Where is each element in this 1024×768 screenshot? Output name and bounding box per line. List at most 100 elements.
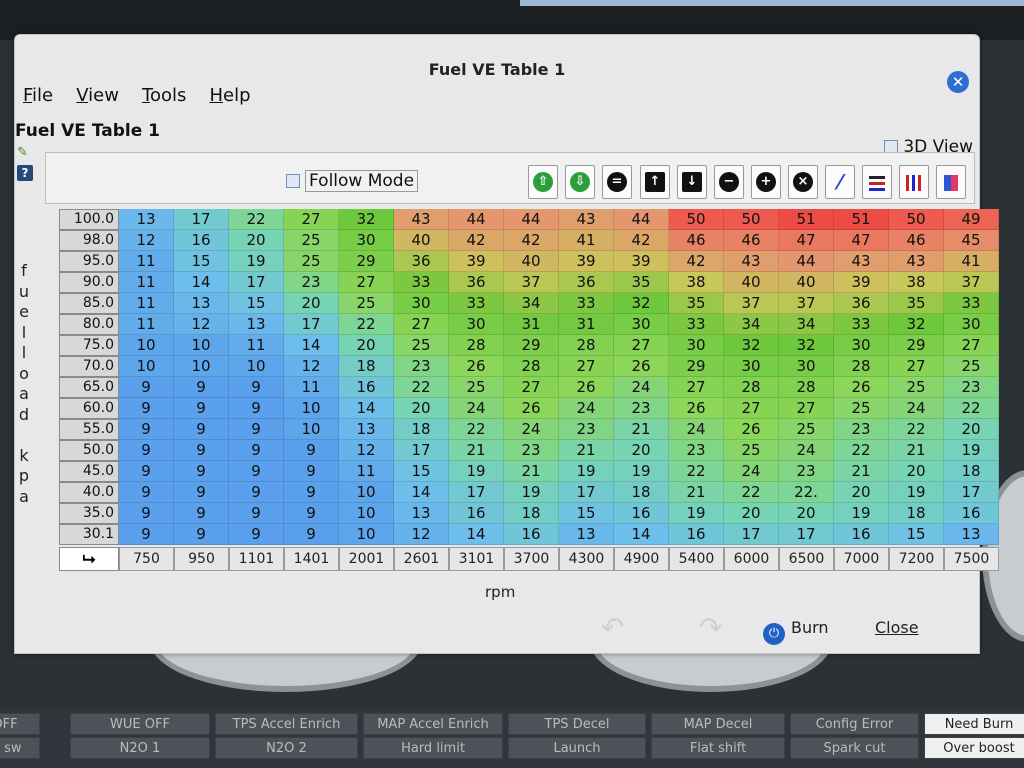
- rpm-axis-cell[interactable]: 7500: [944, 547, 999, 571]
- color-scale-button[interactable]: [936, 165, 966, 199]
- ve-cell[interactable]: 42: [504, 230, 559, 251]
- ve-cell[interactable]: 11: [284, 377, 339, 398]
- ve-cell[interactable]: 22: [449, 419, 504, 440]
- set-value-button[interactable]: =: [602, 165, 632, 199]
- ve-cell[interactable]: 21: [834, 461, 889, 482]
- ve-cell[interactable]: 45: [944, 230, 999, 251]
- ve-cell[interactable]: 39: [834, 272, 889, 293]
- ve-cell[interactable]: 9: [174, 398, 229, 419]
- ve-cell[interactable]: 19: [229, 251, 284, 272]
- ve-cell[interactable]: 27: [669, 377, 724, 398]
- menu-tools[interactable]: Tools: [142, 85, 186, 106]
- follow-mode-checkbox[interactable]: [286, 174, 300, 188]
- ve-cell[interactable]: 24: [449, 398, 504, 419]
- rpm-axis-cell[interactable]: 1401: [284, 547, 339, 571]
- ve-cell[interactable]: 25: [284, 251, 339, 272]
- ve-cell[interactable]: 22: [339, 314, 394, 335]
- ve-cell[interactable]: 32: [889, 314, 944, 335]
- ve-cell[interactable]: 9: [229, 461, 284, 482]
- ve-cell[interactable]: 9: [174, 419, 229, 440]
- ve-cell[interactable]: 19: [504, 482, 559, 503]
- load-axis-cell[interactable]: 50.0: [59, 440, 119, 461]
- load-axis-cell[interactable]: 70.0: [59, 356, 119, 377]
- ve-cell[interactable]: 38: [669, 272, 724, 293]
- ve-cell[interactable]: 34: [724, 314, 779, 335]
- ve-cell[interactable]: 28: [559, 335, 614, 356]
- load-axis-cell[interactable]: 90.0: [59, 272, 119, 293]
- ve-cell[interactable]: 27: [889, 356, 944, 377]
- ve-cell[interactable]: 13: [559, 524, 614, 545]
- ve-cell[interactable]: 9: [284, 461, 339, 482]
- rpm-axis-cell[interactable]: 7200: [889, 547, 944, 571]
- ve-cell[interactable]: 30: [614, 314, 669, 335]
- ve-cell[interactable]: 9: [229, 398, 284, 419]
- ve-cell[interactable]: 35: [669, 293, 724, 314]
- ve-cell[interactable]: 44: [449, 209, 504, 230]
- ve-cell[interactable]: 18: [394, 419, 449, 440]
- ve-cell[interactable]: 27: [559, 356, 614, 377]
- ve-cell[interactable]: 44: [779, 251, 834, 272]
- ve-cell[interactable]: 28: [449, 335, 504, 356]
- ve-cell[interactable]: 12: [174, 314, 229, 335]
- ve-cell[interactable]: 34: [779, 314, 834, 335]
- ve-cell[interactable]: 21: [559, 440, 614, 461]
- ve-cell[interactable]: 17: [229, 272, 284, 293]
- ve-cell[interactable]: 11: [339, 461, 394, 482]
- load-axis-cell[interactable]: 85.0: [59, 293, 119, 314]
- ve-cell[interactable]: 23: [559, 419, 614, 440]
- ve-cell[interactable]: 17: [944, 482, 999, 503]
- ve-cell[interactable]: 27: [339, 272, 394, 293]
- ve-cell[interactable]: 10: [174, 356, 229, 377]
- load-axis-cell[interactable]: 75.0: [59, 335, 119, 356]
- ve-cell[interactable]: 23: [504, 440, 559, 461]
- ve-cell[interactable]: 26: [669, 398, 724, 419]
- ve-cell[interactable]: 37: [504, 272, 559, 293]
- ve-cell[interactable]: 14: [339, 398, 394, 419]
- ve-cell[interactable]: 13: [394, 503, 449, 524]
- ve-cell[interactable]: 41: [559, 230, 614, 251]
- shift-up-button[interactable]: ⇧: [528, 165, 558, 199]
- ve-cell[interactable]: 23: [284, 272, 339, 293]
- ve-cell[interactable]: 24: [724, 461, 779, 482]
- ve-cell[interactable]: 24: [504, 419, 559, 440]
- ve-cell[interactable]: 10: [339, 503, 394, 524]
- load-axis-cell[interactable]: 35.0: [59, 503, 119, 524]
- ve-cell[interactable]: 21: [889, 440, 944, 461]
- ve-cell[interactable]: 18: [944, 461, 999, 482]
- ve-cell[interactable]: 30: [449, 314, 504, 335]
- ve-cell[interactable]: 9: [119, 503, 174, 524]
- ve-cell[interactable]: 16: [449, 503, 504, 524]
- ve-cell[interactable]: 25: [339, 293, 394, 314]
- ve-cell[interactable]: 19: [834, 503, 889, 524]
- ve-cell[interactable]: 43: [889, 251, 944, 272]
- ve-cell[interactable]: 33: [449, 293, 504, 314]
- ve-cell[interactable]: 9: [119, 482, 174, 503]
- ve-cell[interactable]: 25: [834, 398, 889, 419]
- ve-cell[interactable]: 9: [284, 440, 339, 461]
- ve-cell[interactable]: 15: [229, 293, 284, 314]
- ve-cell[interactable]: 26: [504, 398, 559, 419]
- ve-cell[interactable]: 22: [669, 461, 724, 482]
- ve-cell[interactable]: 26: [559, 377, 614, 398]
- load-axis-cell[interactable]: 55.0: [59, 419, 119, 440]
- ve-cell[interactable]: 24: [889, 398, 944, 419]
- ve-cell[interactable]: 13: [174, 293, 229, 314]
- rpm-axis-cell[interactable]: 3101: [449, 547, 504, 571]
- ve-cell[interactable]: 42: [449, 230, 504, 251]
- ve-cell[interactable]: 10: [229, 356, 284, 377]
- ve-cell[interactable]: 9: [174, 524, 229, 545]
- ve-cell[interactable]: 42: [614, 230, 669, 251]
- ve-cell[interactable]: 20: [944, 419, 999, 440]
- ve-cell[interactable]: 13: [339, 419, 394, 440]
- ve-cell[interactable]: 9: [119, 398, 174, 419]
- ve-cell[interactable]: 17: [449, 482, 504, 503]
- ve-cell[interactable]: 20: [284, 293, 339, 314]
- ve-cell[interactable]: 22: [394, 377, 449, 398]
- rpm-axis-cell[interactable]: 1101: [229, 547, 284, 571]
- load-axis-cell[interactable]: 60.0: [59, 398, 119, 419]
- ve-cell[interactable]: 9: [229, 482, 284, 503]
- ve-cell[interactable]: 51: [834, 209, 889, 230]
- ve-cell[interactable]: 50: [724, 209, 779, 230]
- ve-cell[interactable]: 25: [724, 440, 779, 461]
- ve-cell[interactable]: 13: [119, 209, 174, 230]
